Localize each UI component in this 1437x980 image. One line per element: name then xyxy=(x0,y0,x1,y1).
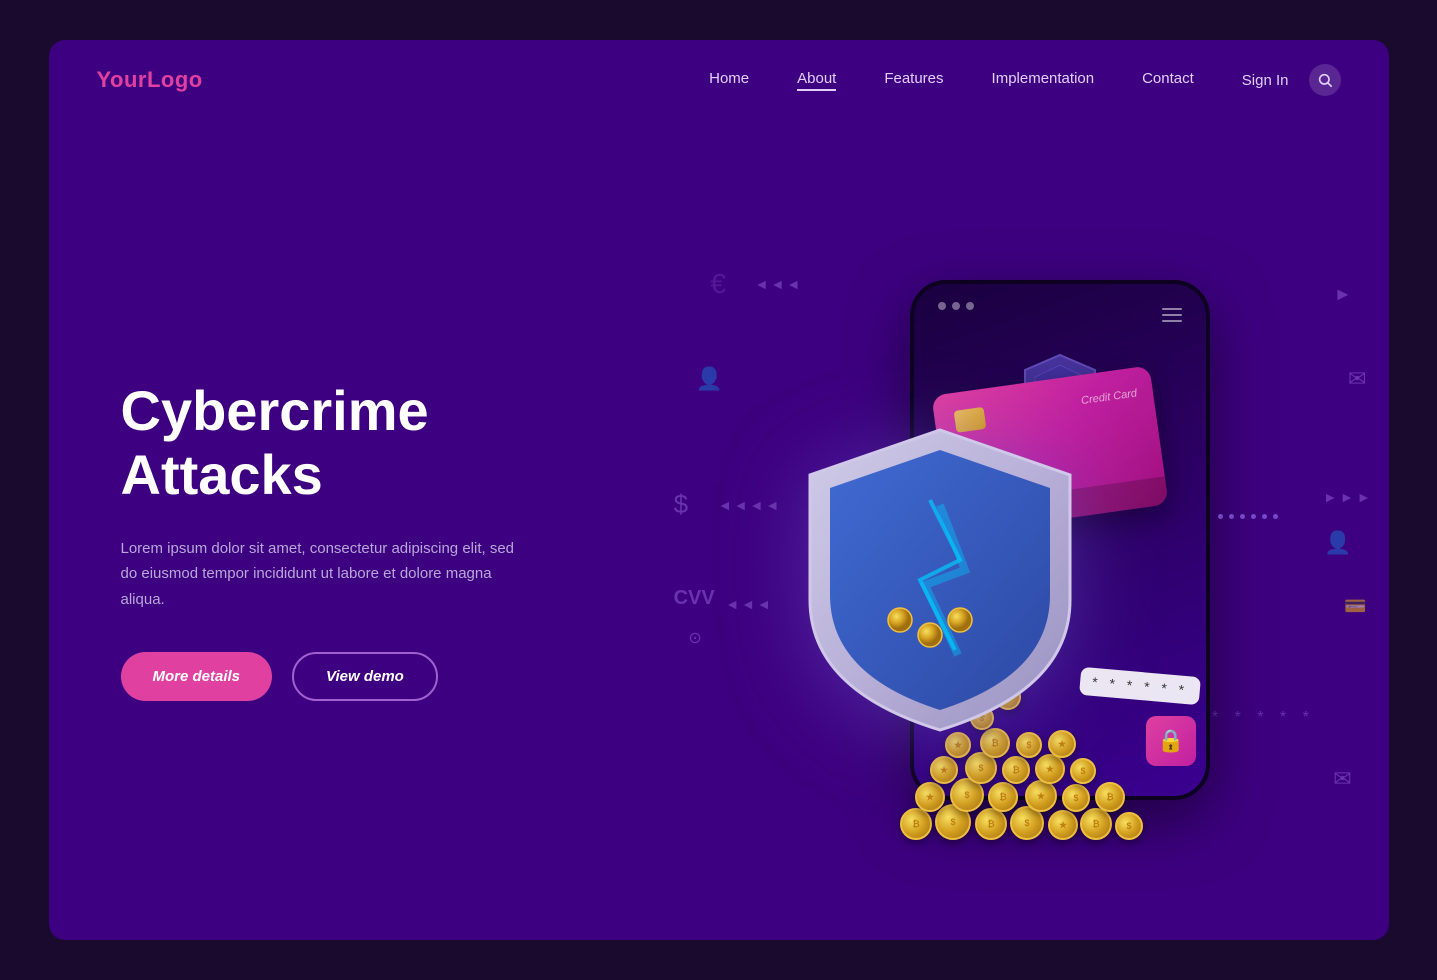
nav-features[interactable]: Features xyxy=(884,70,943,91)
coin-5: ★ xyxy=(1048,810,1078,840)
right-section: € ◄◄◄ 👤 $ ◄◄◄◄ CVV ◄◄◄ ⊙ ► ✉ xyxy=(652,120,1389,940)
nav-home[interactable]: Home xyxy=(709,70,749,91)
main-shield xyxy=(800,420,1080,740)
dots-trail-2 xyxy=(1218,514,1278,519)
hero-description: Lorem ipsum dolor sit amet, consectetur … xyxy=(121,536,521,613)
phone-container: 🔒 25 72 Credit Card xyxy=(860,280,1180,820)
nav-contact[interactable]: Contact xyxy=(1142,70,1194,91)
card-right: 💳 xyxy=(1344,596,1366,617)
cvv-symbol: CVV xyxy=(674,587,715,610)
circle-symbol: ⊙ xyxy=(688,628,701,648)
menu-line-1 xyxy=(1162,308,1182,310)
logo: YourLogo xyxy=(97,67,203,93)
coin-16: ₿ xyxy=(1002,756,1030,784)
euro-symbol: € xyxy=(710,268,726,300)
menu-line-2 xyxy=(1162,314,1182,316)
nav-about[interactable]: About xyxy=(797,70,836,91)
arrows-right-2: ►►► xyxy=(1323,489,1374,505)
coin-10: ₿ xyxy=(988,782,1018,812)
dollar-symbol: $ xyxy=(674,489,688,520)
lock-badge: 🔒 xyxy=(1146,716,1196,766)
coin-12: $ xyxy=(1062,784,1090,812)
left-section: Cybercrime Attacks Lorem ipsum dolor sit… xyxy=(49,120,652,940)
main-content: Cybercrime Attacks Lorem ipsum dolor sit… xyxy=(49,120,1389,940)
coin-17: ★ xyxy=(1035,754,1065,784)
coin-8: ★ xyxy=(915,782,945,812)
shield-wrapper xyxy=(800,420,1080,745)
coin-11: ★ xyxy=(1025,780,1057,812)
search-button[interactable] xyxy=(1309,64,1341,96)
header-right: Sign In xyxy=(1242,64,1341,96)
sign-in-button[interactable]: Sign In xyxy=(1242,72,1289,89)
email-bottom-right: ✉ xyxy=(1333,766,1351,792)
arrow-symbols-3: ◄◄◄ xyxy=(725,596,773,612)
phone-dot-3 xyxy=(966,302,974,310)
email-icon-right: ✉ xyxy=(1348,366,1366,392)
coin-14: ★ xyxy=(930,756,958,784)
person-symbol: 👤 xyxy=(696,366,723,392)
more-details-button[interactable]: More details xyxy=(121,652,273,701)
coin-7: $ xyxy=(1115,812,1143,840)
coin-18: $ xyxy=(1070,758,1096,784)
arrow-right-1: ► xyxy=(1334,284,1352,305)
nav-implementation[interactable]: Implementation xyxy=(992,70,1095,91)
phone-dot-2 xyxy=(952,302,960,310)
arrow-symbols-1: ◄◄◄ xyxy=(755,276,803,292)
hero-title: Cybercrime Attacks xyxy=(121,379,604,508)
header: YourLogo Home About Features Implementat… xyxy=(49,40,1389,120)
view-demo-button[interactable]: View demo xyxy=(292,652,438,701)
coin-6: ₿ xyxy=(1080,808,1112,840)
coin-1: ₿ xyxy=(900,808,932,840)
menu-line-3 xyxy=(1162,320,1182,322)
page-wrapper: YourLogo Home About Features Implementat… xyxy=(49,40,1389,940)
phone-dot-1 xyxy=(938,302,946,310)
phone-menu xyxy=(1162,308,1182,322)
arrow-symbols-2: ◄◄◄◄ xyxy=(718,497,781,513)
search-icon xyxy=(1317,72,1333,88)
person-right: 👤 xyxy=(1324,530,1351,556)
nav: Home About Features Implementation Conta… xyxy=(709,70,1194,91)
coin-13: ₿ xyxy=(1095,782,1125,812)
card-label: Credit Card xyxy=(1080,387,1137,407)
coin-3: ₿ xyxy=(975,808,1007,840)
btn-group: More details View demo xyxy=(121,652,604,701)
